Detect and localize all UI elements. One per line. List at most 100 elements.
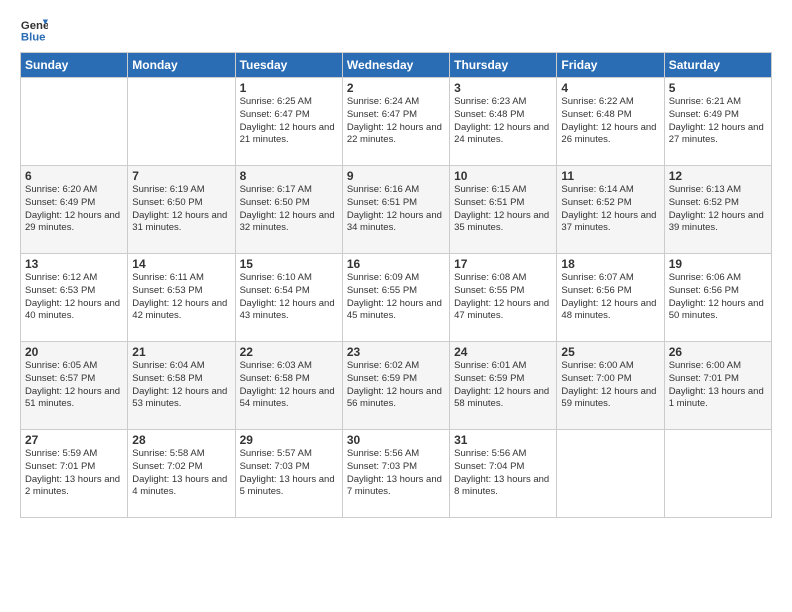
calendar-cell: 14Sunrise: 6:11 AM Sunset: 6:53 PM Dayli…: [128, 254, 235, 342]
calendar-cell: 22Sunrise: 6:03 AM Sunset: 6:58 PM Dayli…: [235, 342, 342, 430]
logo: General Blue: [20, 16, 50, 44]
day-info: Sunrise: 6:25 AM Sunset: 6:47 PM Dayligh…: [240, 96, 338, 147]
day-info: Sunrise: 6:22 AM Sunset: 6:48 PM Dayligh…: [561, 96, 659, 147]
day-info: Sunrise: 6:03 AM Sunset: 6:58 PM Dayligh…: [240, 360, 338, 411]
calendar-cell: 23Sunrise: 6:02 AM Sunset: 6:59 PM Dayli…: [342, 342, 449, 430]
calendar-cell: 24Sunrise: 6:01 AM Sunset: 6:59 PM Dayli…: [450, 342, 557, 430]
day-info: Sunrise: 6:13 AM Sunset: 6:52 PM Dayligh…: [669, 184, 767, 235]
weekday-header: Tuesday: [235, 53, 342, 78]
calendar-cell: 21Sunrise: 6:04 AM Sunset: 6:58 PM Dayli…: [128, 342, 235, 430]
calendar-cell: 13Sunrise: 6:12 AM Sunset: 6:53 PM Dayli…: [21, 254, 128, 342]
day-info: Sunrise: 6:07 AM Sunset: 6:56 PM Dayligh…: [561, 272, 659, 323]
day-number: 31: [454, 433, 552, 447]
calendar-cell: 28Sunrise: 5:58 AM Sunset: 7:02 PM Dayli…: [128, 430, 235, 518]
day-number: 12: [669, 169, 767, 183]
day-info: Sunrise: 6:17 AM Sunset: 6:50 PM Dayligh…: [240, 184, 338, 235]
calendar-cell: 8Sunrise: 6:17 AM Sunset: 6:50 PM Daylig…: [235, 166, 342, 254]
calendar-week-row: 13Sunrise: 6:12 AM Sunset: 6:53 PM Dayli…: [21, 254, 772, 342]
weekday-header: Saturday: [664, 53, 771, 78]
calendar-cell: 10Sunrise: 6:15 AM Sunset: 6:51 PM Dayli…: [450, 166, 557, 254]
calendar-cell: 20Sunrise: 6:05 AM Sunset: 6:57 PM Dayli…: [21, 342, 128, 430]
day-info: Sunrise: 6:05 AM Sunset: 6:57 PM Dayligh…: [25, 360, 123, 411]
calendar-cell: 7Sunrise: 6:19 AM Sunset: 6:50 PM Daylig…: [128, 166, 235, 254]
day-info: Sunrise: 6:11 AM Sunset: 6:53 PM Dayligh…: [132, 272, 230, 323]
day-info: Sunrise: 6:15 AM Sunset: 6:51 PM Dayligh…: [454, 184, 552, 235]
calendar-cell: 27Sunrise: 5:59 AM Sunset: 7:01 PM Dayli…: [21, 430, 128, 518]
calendar-cell: 2Sunrise: 6:24 AM Sunset: 6:47 PM Daylig…: [342, 78, 449, 166]
day-number: 28: [132, 433, 230, 447]
calendar-cell: 19Sunrise: 6:06 AM Sunset: 6:56 PM Dayli…: [664, 254, 771, 342]
logo-icon: General Blue: [20, 16, 48, 44]
weekday-header: Thursday: [450, 53, 557, 78]
day-number: 22: [240, 345, 338, 359]
day-info: Sunrise: 5:59 AM Sunset: 7:01 PM Dayligh…: [25, 448, 123, 499]
day-info: Sunrise: 6:06 AM Sunset: 6:56 PM Dayligh…: [669, 272, 767, 323]
calendar-cell: 9Sunrise: 6:16 AM Sunset: 6:51 PM Daylig…: [342, 166, 449, 254]
day-number: 29: [240, 433, 338, 447]
day-info: Sunrise: 6:12 AM Sunset: 6:53 PM Dayligh…: [25, 272, 123, 323]
day-number: 5: [669, 81, 767, 95]
calendar-cell: 17Sunrise: 6:08 AM Sunset: 6:55 PM Dayli…: [450, 254, 557, 342]
day-number: 25: [561, 345, 659, 359]
day-info: Sunrise: 6:04 AM Sunset: 6:58 PM Dayligh…: [132, 360, 230, 411]
day-info: Sunrise: 6:01 AM Sunset: 6:59 PM Dayligh…: [454, 360, 552, 411]
calendar-week-row: 27Sunrise: 5:59 AM Sunset: 7:01 PM Dayli…: [21, 430, 772, 518]
day-number: 8: [240, 169, 338, 183]
weekday-header: Wednesday: [342, 53, 449, 78]
day-info: Sunrise: 6:09 AM Sunset: 6:55 PM Dayligh…: [347, 272, 445, 323]
day-number: 13: [25, 257, 123, 271]
calendar-cell: [21, 78, 128, 166]
calendar-cell: 3Sunrise: 6:23 AM Sunset: 6:48 PM Daylig…: [450, 78, 557, 166]
day-number: 24: [454, 345, 552, 359]
calendar-cell: 30Sunrise: 5:56 AM Sunset: 7:03 PM Dayli…: [342, 430, 449, 518]
calendar-cell: [664, 430, 771, 518]
day-number: 23: [347, 345, 445, 359]
calendar-table: SundayMondayTuesdayWednesdayThursdayFrid…: [20, 52, 772, 518]
weekday-row: SundayMondayTuesdayWednesdayThursdayFrid…: [21, 53, 772, 78]
day-number: 10: [454, 169, 552, 183]
calendar-cell: 4Sunrise: 6:22 AM Sunset: 6:48 PM Daylig…: [557, 78, 664, 166]
day-number: 9: [347, 169, 445, 183]
calendar-cell: 25Sunrise: 6:00 AM Sunset: 7:00 PM Dayli…: [557, 342, 664, 430]
day-info: Sunrise: 6:24 AM Sunset: 6:47 PM Dayligh…: [347, 96, 445, 147]
day-info: Sunrise: 6:00 AM Sunset: 7:00 PM Dayligh…: [561, 360, 659, 411]
calendar-cell: 6Sunrise: 6:20 AM Sunset: 6:49 PM Daylig…: [21, 166, 128, 254]
day-info: Sunrise: 6:00 AM Sunset: 7:01 PM Dayligh…: [669, 360, 767, 411]
svg-text:Blue: Blue: [21, 32, 46, 44]
calendar-header: SundayMondayTuesdayWednesdayThursdayFrid…: [21, 53, 772, 78]
day-info: Sunrise: 6:21 AM Sunset: 6:49 PM Dayligh…: [669, 96, 767, 147]
day-number: 2: [347, 81, 445, 95]
weekday-header: Sunday: [21, 53, 128, 78]
calendar-cell: 18Sunrise: 6:07 AM Sunset: 6:56 PM Dayli…: [557, 254, 664, 342]
day-number: 17: [454, 257, 552, 271]
day-info: Sunrise: 6:08 AM Sunset: 6:55 PM Dayligh…: [454, 272, 552, 323]
day-number: 7: [132, 169, 230, 183]
day-number: 15: [240, 257, 338, 271]
calendar-cell: 15Sunrise: 6:10 AM Sunset: 6:54 PM Dayli…: [235, 254, 342, 342]
day-info: Sunrise: 6:20 AM Sunset: 6:49 PM Dayligh…: [25, 184, 123, 235]
day-number: 14: [132, 257, 230, 271]
calendar-cell: 26Sunrise: 6:00 AM Sunset: 7:01 PM Dayli…: [664, 342, 771, 430]
day-number: 3: [454, 81, 552, 95]
day-info: Sunrise: 5:58 AM Sunset: 7:02 PM Dayligh…: [132, 448, 230, 499]
day-info: Sunrise: 5:57 AM Sunset: 7:03 PM Dayligh…: [240, 448, 338, 499]
calendar-body: 1Sunrise: 6:25 AM Sunset: 6:47 PM Daylig…: [21, 78, 772, 518]
weekday-header: Friday: [557, 53, 664, 78]
weekday-header: Monday: [128, 53, 235, 78]
day-number: 20: [25, 345, 123, 359]
day-info: Sunrise: 5:56 AM Sunset: 7:04 PM Dayligh…: [454, 448, 552, 499]
day-number: 30: [347, 433, 445, 447]
calendar-cell: [128, 78, 235, 166]
calendar-week-row: 6Sunrise: 6:20 AM Sunset: 6:49 PM Daylig…: [21, 166, 772, 254]
calendar-cell: 11Sunrise: 6:14 AM Sunset: 6:52 PM Dayli…: [557, 166, 664, 254]
day-info: Sunrise: 5:56 AM Sunset: 7:03 PM Dayligh…: [347, 448, 445, 499]
day-number: 1: [240, 81, 338, 95]
calendar-cell: 16Sunrise: 6:09 AM Sunset: 6:55 PM Dayli…: [342, 254, 449, 342]
day-info: Sunrise: 6:10 AM Sunset: 6:54 PM Dayligh…: [240, 272, 338, 323]
day-number: 19: [669, 257, 767, 271]
day-number: 6: [25, 169, 123, 183]
calendar-cell: 1Sunrise: 6:25 AM Sunset: 6:47 PM Daylig…: [235, 78, 342, 166]
calendar-cell: 29Sunrise: 5:57 AM Sunset: 7:03 PM Dayli…: [235, 430, 342, 518]
calendar-page: General Blue SundayMondayTuesdayWednesda…: [0, 0, 792, 528]
day-info: Sunrise: 6:19 AM Sunset: 6:50 PM Dayligh…: [132, 184, 230, 235]
